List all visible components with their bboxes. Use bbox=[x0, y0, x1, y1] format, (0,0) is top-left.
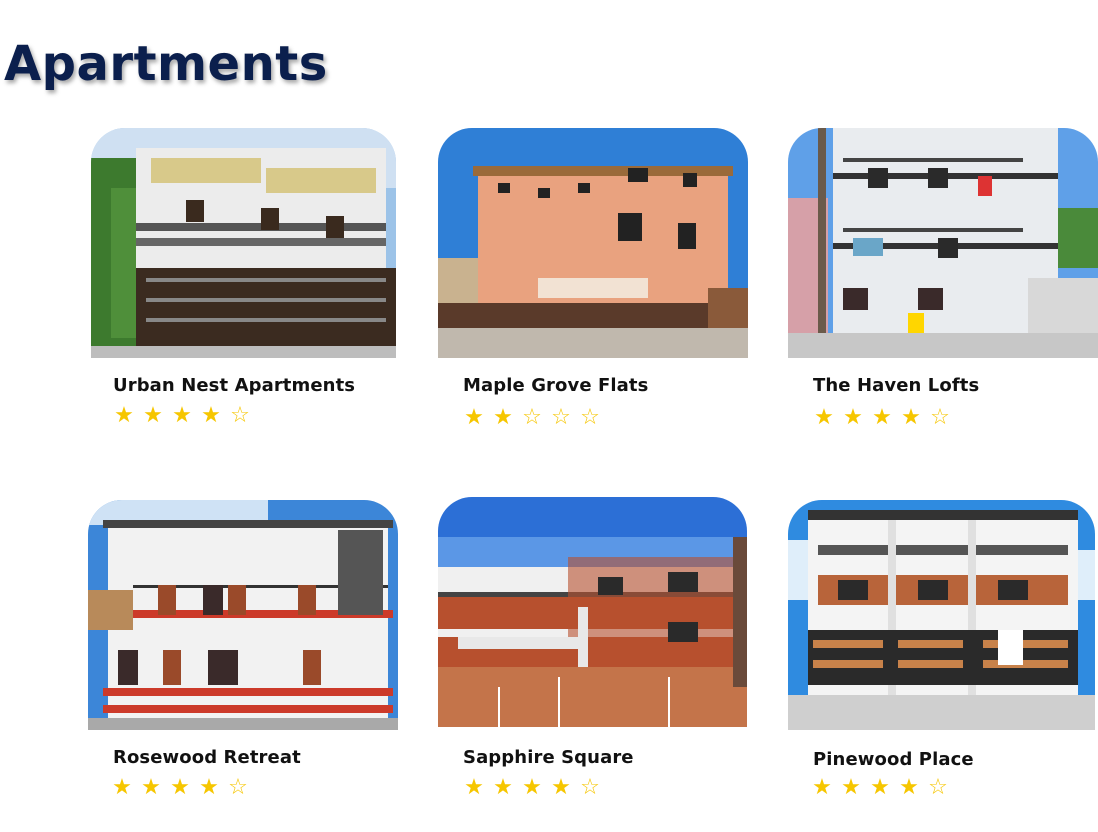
filled-star-icon: ★ bbox=[464, 405, 484, 430]
star-rating: ★ ★ ★ ★ ☆ bbox=[814, 407, 950, 429]
filled-star-icon: ★ bbox=[199, 775, 219, 800]
empty-star-icon: ☆ bbox=[230, 403, 250, 428]
page-title: Apartments bbox=[4, 36, 328, 92]
empty-star-icon: ☆ bbox=[580, 405, 600, 430]
apartment-photo[interactable] bbox=[438, 128, 748, 358]
filled-star-icon: ★ bbox=[172, 403, 192, 428]
apartment-photo[interactable] bbox=[438, 497, 747, 727]
filled-star-icon: ★ bbox=[870, 775, 890, 800]
filled-star-icon: ★ bbox=[841, 775, 861, 800]
filled-star-icon: ★ bbox=[112, 775, 132, 800]
empty-star-icon: ☆ bbox=[551, 405, 571, 430]
filled-star-icon: ★ bbox=[522, 775, 542, 800]
filled-star-icon: ★ bbox=[114, 403, 134, 428]
filled-star-icon: ★ bbox=[899, 775, 919, 800]
filled-star-icon: ★ bbox=[901, 405, 921, 430]
apartment-name[interactable]: Pinewood Place bbox=[813, 749, 974, 770]
apartment-name[interactable]: Maple Grove Flats bbox=[463, 375, 648, 396]
star-rating: ★ ★ ☆ ☆ ☆ bbox=[464, 407, 600, 429]
apartment-photo[interactable] bbox=[788, 128, 1098, 358]
filled-star-icon: ★ bbox=[493, 405, 513, 430]
apartment-photo[interactable] bbox=[88, 500, 398, 730]
filled-star-icon: ★ bbox=[464, 775, 484, 800]
apartment-photo[interactable] bbox=[788, 500, 1095, 730]
apartment-name[interactable]: Rosewood Retreat bbox=[113, 747, 301, 768]
apartment-name[interactable]: Urban Nest Apartments bbox=[113, 375, 355, 396]
star-rating: ★ ★ ★ ★ ☆ bbox=[114, 405, 250, 427]
filled-star-icon: ★ bbox=[170, 775, 190, 800]
apartment-photo[interactable] bbox=[91, 128, 396, 358]
star-rating: ★ ★ ★ ★ ☆ bbox=[112, 777, 248, 799]
filled-star-icon: ★ bbox=[201, 403, 221, 428]
star-rating: ★ ★ ★ ★ ☆ bbox=[812, 777, 948, 799]
filled-star-icon: ★ bbox=[843, 405, 863, 430]
filled-star-icon: ★ bbox=[812, 775, 832, 800]
filled-star-icon: ★ bbox=[143, 403, 163, 428]
empty-star-icon: ☆ bbox=[522, 405, 542, 430]
apartment-name[interactable]: Sapphire Square bbox=[463, 747, 634, 768]
apartment-name[interactable]: The Haven Lofts bbox=[813, 375, 979, 396]
empty-star-icon: ☆ bbox=[928, 775, 948, 800]
empty-star-icon: ☆ bbox=[228, 775, 248, 800]
empty-star-icon: ☆ bbox=[580, 775, 600, 800]
filled-star-icon: ★ bbox=[872, 405, 892, 430]
filled-star-icon: ★ bbox=[141, 775, 161, 800]
filled-star-icon: ★ bbox=[493, 775, 513, 800]
star-rating: ★ ★ ★ ★ ☆ bbox=[464, 777, 600, 799]
filled-star-icon: ★ bbox=[551, 775, 571, 800]
filled-star-icon: ★ bbox=[814, 405, 834, 430]
empty-star-icon: ☆ bbox=[930, 405, 950, 430]
